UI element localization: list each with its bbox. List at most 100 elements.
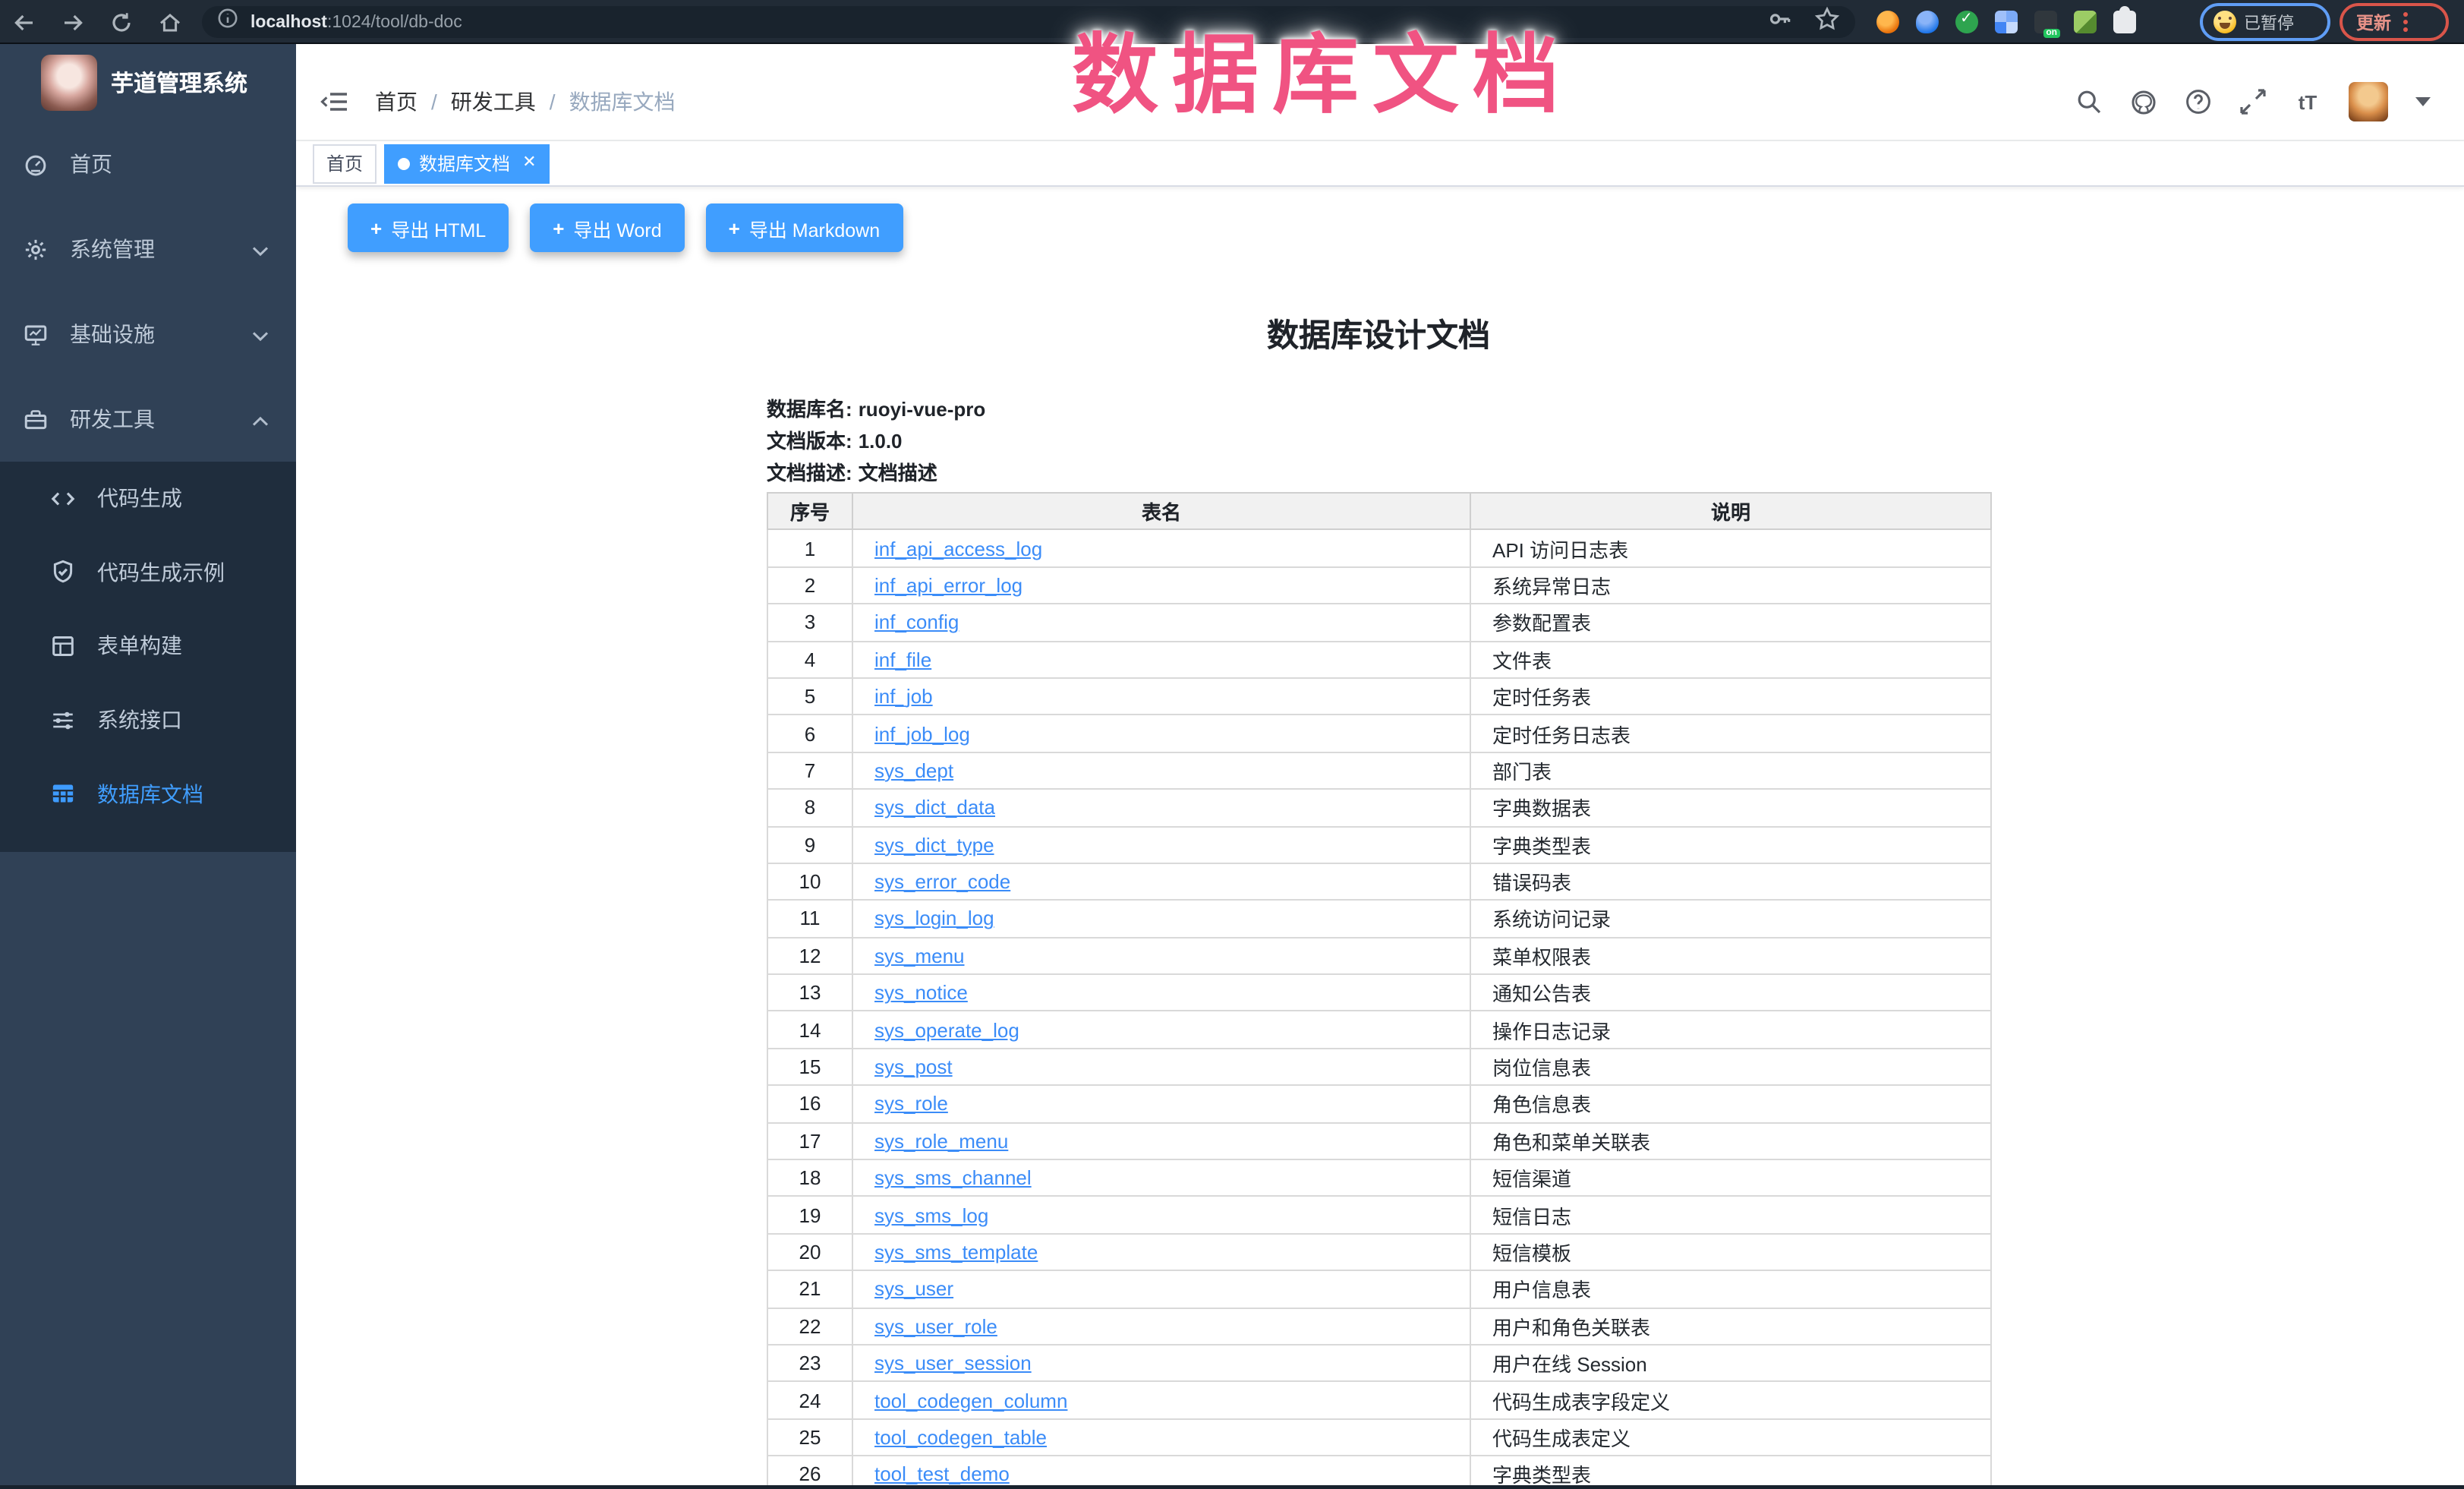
translate-paused-badge[interactable]: 已暂停 [2200,3,2330,41]
table-name-link[interactable]: sys_operate_log [874,1018,1019,1041]
sidebar-subitem-表单构建[interactable]: 表单构建 [0,609,296,683]
home-icon[interactable] [158,10,182,34]
table-name-link[interactable]: sys_menu [874,945,965,967]
extension-on-badge-icon[interactable] [2034,11,2057,33]
sidebar-item-研发工具[interactable]: 研发工具 [0,377,296,462]
help-icon[interactable] [2185,88,2212,115]
table-name-link[interactable]: inf_job_log [874,722,970,745]
url-text: localhost:1024/tool/db-doc [250,13,462,31]
table-name-link[interactable]: sys_login_log [874,907,994,930]
table-name-link[interactable]: sys_sms_template [874,1241,1038,1263]
table-name-link[interactable]: inf_api_error_log [874,574,1022,597]
tab-close-icon[interactable]: ✕ [522,155,536,172]
table-name-cell: inf_api_error_log [852,567,1470,604]
collapse-sidebar-icon[interactable] [319,88,349,115]
row-index: 21 [767,1270,852,1308]
table-row: 12sys_menu菜单权限表 [767,937,1991,974]
extension-check-icon[interactable] [1955,11,1978,33]
extension-drop-icon[interactable] [1916,11,1939,33]
info-value: 文档描述 [859,462,937,484]
emoji-icon [2214,11,2236,33]
tab-数据库文档[interactable]: 数据库文档✕ [384,144,550,183]
sidebar-item-基础设施[interactable]: 基础设施 [0,292,296,377]
search-icon[interactable] [2075,88,2103,115]
table-name-cell: tool_codegen_column [852,1382,1470,1419]
table-name-link[interactable]: sys_user [874,1278,953,1301]
font-size-icon[interactable]: tT [2294,88,2321,115]
site-info-icon[interactable] [217,8,238,36]
plus-icon: + [553,216,564,239]
extension-leaf-icon[interactable] [2074,11,2097,33]
caret-down-icon[interactable] [2415,97,2431,106]
forward-icon[interactable] [61,10,85,34]
app-logo[interactable]: 芋道管理系统 [0,44,296,121]
code-icon [50,486,76,512]
github-icon[interactable] [2130,88,2157,115]
table-name-link[interactable]: sys_dict_type [874,833,994,856]
form-icon [50,633,76,659]
table-name-link[interactable]: sys_role [874,1093,948,1115]
extension-orange-icon[interactable] [1876,11,1899,33]
breadcrumb-separator: / [550,90,556,114]
table-name-link[interactable]: sys_user_role [874,1315,997,1338]
sidebar-subitem-label: 代码生成 [97,484,182,514]
table-name-cell: inf_api_access_log [852,530,1470,567]
sidebar-subitem-label: 数据库文档 [97,778,203,809]
table-name-link[interactable]: sys_dict_data [874,797,995,819]
table-name-link[interactable]: sys_dept [874,759,953,782]
sidebar-subitem-系统接口[interactable]: 系统接口 [0,683,296,757]
table-name-link[interactable]: tool_codegen_column [874,1389,1067,1412]
table-name-link[interactable]: tool_test_demo [874,1463,1010,1486]
table-desc-cell: 代码生成表字段定义 [1470,1382,1991,1419]
back-icon[interactable] [12,10,36,34]
table-row: 4inf_file文件表 [767,641,1991,678]
sidebar-item-首页[interactable]: 首页 [0,121,296,207]
breadcrumb-item[interactable]: 研发工具 [451,87,536,117]
bookmark-star-icon[interactable] [1814,5,1840,39]
browser-menu-icon[interactable] [2403,12,2408,32]
table-name-cell: sys_dict_type [852,826,1470,863]
sidebar-filler [0,852,296,1489]
sidebar-subitem-代码生成示例[interactable]: 代码生成示例 [0,535,296,609]
table-desc-cell: 短信日志 [1470,1197,1991,1234]
table-desc-cell: API 访问日志表 [1470,530,1991,567]
table-name-link[interactable]: sys_role_menu [874,1130,1008,1153]
table-name-link[interactable]: tool_codegen_table [874,1426,1047,1449]
table-name-link[interactable]: inf_config [874,611,959,634]
export-button-导出 Word[interactable]: + 导出 Word [530,203,684,252]
table-row: 3inf_config参数配置表 [767,604,1991,641]
fullscreen-icon[interactable] [2239,88,2267,115]
button-label: 导出 Word [573,213,661,242]
table-desc-cell: 短信模板 [1470,1234,1991,1271]
table-name-link[interactable]: sys_user_session [874,1352,1032,1374]
extensions-puzzle-icon[interactable] [2113,11,2136,33]
doc-info: 数据库名:ruoyi-vue-pro文档版本:1.0.0文档描述:文档描述 [767,393,1990,489]
sidebar-item-系统管理[interactable]: 系统管理 [0,207,296,292]
table-name-link[interactable]: inf_job [874,685,933,708]
table-name-cell: sys_post [852,1049,1470,1086]
table-name-link[interactable]: sys_post [874,1055,953,1078]
sidebar-subitem-数据库文档[interactable]: 数据库文档 [0,757,296,831]
user-avatar[interactable] [2349,82,2388,121]
breadcrumb-item[interactable]: 首页 [375,87,417,117]
reload-icon[interactable] [109,10,134,34]
export-button-导出 HTML[interactable]: +导出 HTML [348,203,509,252]
info-label: 文档版本: [767,430,852,453]
password-key-icon[interactable] [1767,5,1793,39]
extension-grid-icon[interactable] [1995,11,2018,33]
table-name-link[interactable]: sys_error_code [874,870,1010,893]
address-bar[interactable]: localhost:1024/tool/db-doc [202,6,1855,38]
table-name-cell: sys_role_menu [852,1122,1470,1159]
table-name-link[interactable]: inf_file [874,648,931,671]
table-name-link[interactable]: sys_sms_channel [874,1166,1032,1189]
table-name-link[interactable]: inf_api_access_log [874,537,1042,560]
table-desc-cell: 用户和角色关联表 [1470,1308,1991,1345]
shield-check-icon [50,560,76,585]
browser-update-button[interactable]: 更新 [2340,3,2449,41]
sidebar-subitem-代码生成[interactable]: 代码生成 [0,462,296,535]
table-desc-cell: 角色和菜单关联表 [1470,1122,1991,1159]
table-name-link[interactable]: sys_sms_log [874,1204,988,1226]
tab-首页[interactable]: 首页 [313,144,377,183]
table-name-link[interactable]: sys_notice [874,982,968,1005]
table-desc-cell: 角色信息表 [1470,1086,1991,1123]
